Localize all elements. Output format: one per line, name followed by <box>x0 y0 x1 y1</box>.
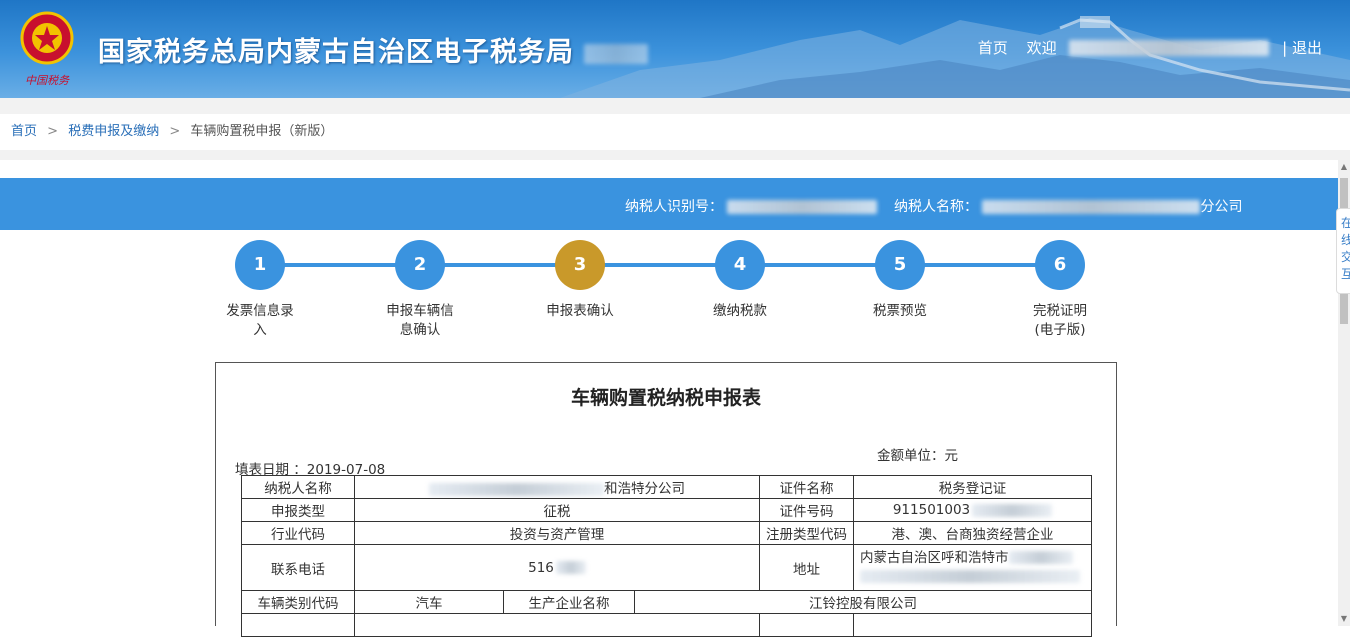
taxpayer-name-label: 纳税人名称 <box>241 475 355 499</box>
step-6: 6 完税证明 (电子版) <box>1005 240 1115 340</box>
taxpayer-name: 纳税人名称： 分公司 <box>894 196 1242 216</box>
taxpayer-name-label: 纳税人名称： <box>894 199 978 215</box>
nav-welcome-text: 欢迎 <box>1026 39 1057 57</box>
table-cell <box>354 613 760 637</box>
cert-no-label: 证件号码 <box>759 498 854 522</box>
taxpayer-id: 纳税人识别号： <box>625 196 878 216</box>
step-label: 税票预览 <box>873 303 927 319</box>
decl-type-value: 征税 <box>354 498 760 522</box>
step-number: 4 <box>715 240 765 290</box>
redacted-taxpayer-id <box>727 200 878 214</box>
step-label: 完税证明 (电子版) <box>1033 303 1087 338</box>
breadcrumb-current: 车辆购置税申报（新版） <box>190 124 334 139</box>
manufacturer-label: 生产企业名称 <box>503 590 635 614</box>
step-number: 5 <box>875 240 925 290</box>
table-cell <box>853 613 1092 637</box>
site-title-text: 国家税务总局内蒙古自治区电子税务局 <box>98 37 574 68</box>
table-row: 纳税人名称 和浩特分公司 证件名称 税务登记证 <box>241 475 1092 499</box>
redacted-area <box>1008 551 1073 564</box>
redacted-area <box>860 570 1080 583</box>
amount-unit: 金额单位：元 <box>877 448 958 464</box>
table-row: 联系电话 516 地址 内蒙古自治区呼和浩特市 <box>241 544 1092 591</box>
redacted-username <box>1069 39 1270 56</box>
national-emblem-logo: 中国税务 <box>14 8 80 90</box>
site-header: 中国税务 国家税务总局内蒙古自治区电子税务局 首页 欢迎 | 退出 <box>0 0 1350 98</box>
step-3: 3 申报表确认 <box>525 240 635 321</box>
reg-type-value: 港、澳、台商独资经营企业 <box>853 521 1092 545</box>
phone-value: 516 <box>354 544 760 591</box>
step-label: 发票信息录入 <box>226 303 294 338</box>
step-5: 5 税票预览 <box>845 240 955 321</box>
step-number: 1 <box>235 240 285 290</box>
step-4: 4 缴纳税款 <box>685 240 795 321</box>
breadcrumb-bar: 首页 > 税费申报及缴纳 > 车辆购置税申报（新版） <box>0 98 1350 160</box>
industry-value: 投资与资产管理 <box>354 521 760 545</box>
redacted-area <box>584 43 649 64</box>
progress-steps: 1 发票信息录入 2 申报车辆信 息确认 3 申报表确认 4 缴纳税款 5 税票预… <box>0 230 1338 360</box>
form-title: 车辆购置税纳税申报表 <box>570 387 761 409</box>
redacted-taxpayer-name <box>982 200 1201 214</box>
cert-name-label: 证件名称 <box>759 475 854 499</box>
breadcrumb-separator: > <box>47 124 59 139</box>
breadcrumb-separator: > <box>169 124 181 139</box>
step-label: 申报车辆信 息确认 <box>386 303 454 338</box>
step-number-active: 3 <box>555 240 605 290</box>
industry-label: 行业代码 <box>241 521 355 545</box>
manufacturer-value: 江铃控股有限公司 <box>634 590 1092 614</box>
address-label: 地址 <box>759 544 854 591</box>
taxpayer-name-value: 和浩特分公司 <box>354 475 760 499</box>
reg-type-label: 注册类型代码 <box>759 521 854 545</box>
redacted-area <box>972 503 1053 517</box>
cert-no-value: 911501003 <box>853 498 1092 522</box>
table-cell <box>241 613 355 637</box>
nav-home-link[interactable]: 首页 <box>978 39 1008 57</box>
svg-text:中国税务: 中国税务 <box>25 74 70 87</box>
declaration-table: 纳税人名称 和浩特分公司 证件名称 税务登记证 申报类型 征税 证件号码 911… <box>241 475 1092 637</box>
site-title: 国家税务总局内蒙古自治区电子税务局 <box>98 30 649 69</box>
table-cell <box>759 613 854 637</box>
step-1: 1 发票信息录入 <box>205 240 315 340</box>
breadcrumb-home[interactable]: 首页 <box>11 124 37 139</box>
phone-label: 联系电话 <box>241 544 355 591</box>
table-row: 申报类型 征税 证件号码 911501003 <box>241 498 1092 522</box>
redacted-area <box>555 561 586 574</box>
cert-name-value: 税务登记证 <box>853 475 1092 499</box>
vehicle-category-label: 车辆类别代码 <box>241 590 355 614</box>
redacted-area <box>429 482 604 496</box>
step-2: 2 申报车辆信 息确认 <box>365 240 475 340</box>
table-row: 行业代码 投资与资产管理 注册类型代码 港、澳、台商独资经营企业 <box>241 521 1092 545</box>
step-label: 缴纳税款 <box>713 303 767 319</box>
address-value: 内蒙古自治区呼和浩特市 <box>853 544 1092 591</box>
step-number: 2 <box>395 240 445 290</box>
decl-type-label: 申报类型 <box>241 498 355 522</box>
declaration-form: 车辆购置税纳税申报表 金额单位：元 填表日期 ：2019-07-08 纳税人名称… <box>215 362 1117 637</box>
table-row <box>241 613 1092 637</box>
online-interaction-tab[interactable]: 在线交互 <box>1336 208 1350 294</box>
breadcrumb-section[interactable]: 税费申报及缴纳 <box>68 124 159 139</box>
scroll-down-icon[interactable]: ▼ <box>1338 612 1350 626</box>
step-number: 6 <box>1035 240 1085 290</box>
nav-logout-link[interactable]: | 退出 <box>1282 39 1322 57</box>
taxpayer-id-label: 纳税人识别号： <box>625 199 723 215</box>
vehicle-category-value: 汽车 <box>354 590 504 614</box>
breadcrumb: 首页 > 税费申报及缴纳 > 车辆购置税申报（新版） <box>0 114 1350 150</box>
header-nav: 首页 欢迎 | 退出 <box>978 37 1322 58</box>
scroll-up-icon[interactable]: ▲ <box>1338 160 1350 174</box>
table-row: 车辆类别代码 汽车 生产企业名称 江铃控股有限公司 <box>241 590 1092 614</box>
taxpayer-info-bar: 纳税人识别号： 纳税人名称： 分公司 <box>0 178 1338 230</box>
step-label: 申报表确认 <box>546 303 614 319</box>
taxpayer-name-suffix: 分公司 <box>1200 199 1243 215</box>
